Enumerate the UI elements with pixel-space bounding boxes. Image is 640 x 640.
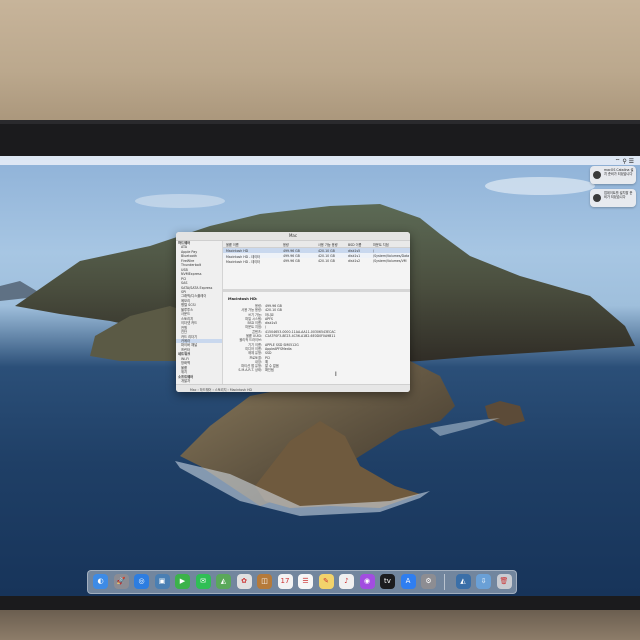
notification-banner[interactable]: macOS Catalina 설치 준비가 되었습니다 [590, 166, 636, 184]
system-information-window: Mac 하드웨어 ATA Apple Pay Bluetooth FireWire Thu… [176, 232, 410, 392]
detail-title: Macintosh HD: [228, 297, 258, 301]
maps-icon[interactable]: ◭ [216, 574, 231, 589]
photos-app-icon[interactable]: ▣ [154, 574, 170, 589]
menu-bar-status-icons[interactable]: ⌔ ⚲ ☰ [615, 157, 634, 165]
podcasts-icon[interactable]: ◉ [359, 574, 375, 589]
finder-icon[interactable]: ◐ [93, 574, 108, 589]
messages-icon[interactable]: ✉ [195, 574, 211, 589]
table-cell: 499.96 GB [283, 259, 300, 263]
notification-app-icon [593, 194, 601, 202]
split-divider[interactable] [223, 289, 410, 292]
app-store-icon[interactable]: A [400, 574, 416, 589]
path-bar: Mac › 하드웨어 › 스토리지 › Macintosh HD [176, 384, 410, 392]
column-header[interactable]: BSD 이름 [348, 242, 362, 247]
reminders-icon[interactable]: ☰ [298, 574, 313, 589]
detail-row: S.M.A.R.T. 상태: 확인됨 [228, 368, 408, 372]
content-pane: 볼륨 이름 용량 사용 가능 용량 BSD 이름 마운트 지점 Macintos… [223, 241, 410, 384]
dock: ◐ 🚀 ◎ ▣ ▶ ✉ ◭ ✿ ◫ 17 ☰ ✎ ♪ ◉ tv A ⚙ ◭ ⇩ 🗑 [87, 570, 517, 594]
detail-key: S.M.A.R.T. 상태: [238, 368, 262, 373]
detail-value: C2A7F0F3-8E23-4C56-A1B2-6E0D0F0A9B11 [265, 334, 336, 339]
contacts-icon[interactable]: ◫ [257, 574, 272, 589]
category-sidebar[interactable]: 하드웨어 ATA Apple Pay Bluetooth FireWire Thunder… [176, 241, 223, 384]
notification-app-icon [593, 171, 601, 179]
desktop-screen: ⌔ ⚲ ☰ macOS Catalina 설치 준비가 되었습니다 업데이트를 … [0, 156, 640, 596]
detail-value: 확인됨 [265, 368, 274, 373]
launchpad-icon[interactable]: 🚀 [113, 574, 129, 589]
notification-text: macOS Catalina 설치 준비가 되었습니다 [604, 168, 634, 176]
column-header[interactable]: 용량 [283, 242, 289, 247]
window-titlebar[interactable]: Mac [176, 232, 410, 249]
table-row[interactable]: Macintosh HD - 데이터 499.96 GB 420.10 GB disk… [223, 258, 410, 264]
table-header: 볼륨 이름 용량 사용 가능 용량 BSD 이름 마운트 지점 [223, 241, 410, 248]
table-cell: Macintosh HD - 데이터 [226, 260, 261, 264]
facetime-icon[interactable]: ▶ [175, 574, 190, 589]
path-bar-text: Mac › 하드웨어 › 스토리지 › Macintosh HD [190, 388, 252, 392]
column-header[interactable]: 마운트 지점 [373, 242, 389, 247]
table-cell: /System/Volumes/VM [373, 259, 407, 263]
column-header[interactable]: 볼륨 이름 [226, 242, 239, 247]
wall-background [0, 0, 640, 130]
trash-icon[interactable]: 🗑 [496, 574, 512, 589]
notification-banner[interactable]: 업데이트를 설치할 준비가 되었습니다 [590, 189, 636, 207]
menu-bar: ⌔ ⚲ ☰ [0, 156, 640, 165]
music-icon[interactable]: ♪ [339, 574, 354, 589]
table-cell: disk1s2 [348, 259, 361, 263]
window-title: Mac [288, 233, 298, 238]
desk-surface [0, 610, 640, 640]
tv-icon[interactable]: tv [380, 574, 395, 589]
photos-icon[interactable]: ✿ [236, 574, 252, 589]
mouse-cursor-icon: I [335, 371, 337, 378]
notes-icon[interactable]: ✎ [318, 574, 334, 589]
airdrop-icon[interactable]: ◭ [455, 574, 471, 589]
calendar-icon[interactable]: 17 [277, 574, 293, 589]
system-preferences-icon[interactable]: ⚙ [421, 574, 436, 589]
dock-separator [443, 574, 445, 590]
downloads-icon[interactable]: ⇩ [476, 574, 491, 589]
safari-icon[interactable]: ◎ [134, 574, 149, 589]
detail-value: disk1s5 [265, 321, 278, 326]
detail-panel: Macintosh HD: 용량: 499.96 GB 사용 가능 용량: 420.1… [228, 297, 408, 373]
notification-text: 업데이트를 설치할 준비가 되었습니다 [604, 191, 633, 199]
table-cell: 420.10 GB [318, 259, 335, 263]
column-header[interactable]: 사용 가능 용량 [318, 242, 338, 247]
